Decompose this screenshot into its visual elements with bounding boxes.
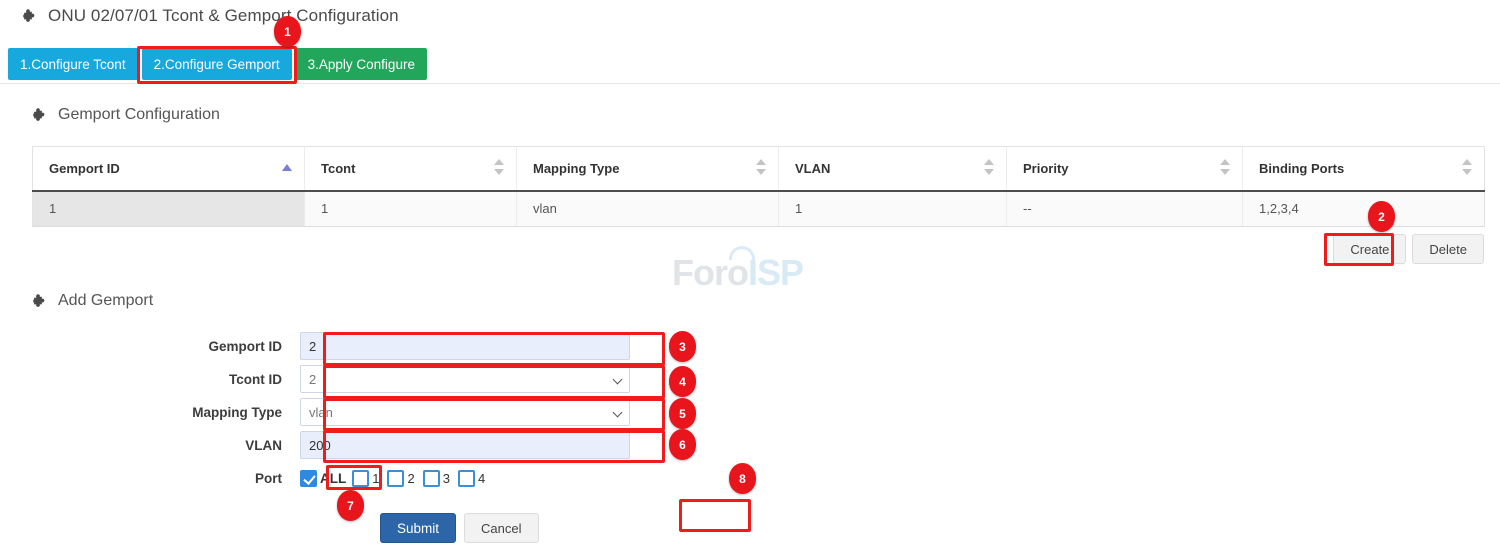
checkbox-icon[interactable]: [352, 470, 369, 487]
port-4-checkbox[interactable]: 4: [458, 470, 493, 487]
cell-gemport-id: 1: [33, 191, 305, 227]
vlan-input[interactable]: [300, 431, 630, 459]
label-port: Port: [0, 471, 300, 486]
port-1-label: 1: [372, 471, 379, 486]
column-header-gemport-id[interactable]: Gemport ID: [33, 147, 305, 191]
column-header-priority[interactable]: Priority: [1007, 147, 1243, 191]
annotation-badge-3: 3: [669, 331, 696, 362]
sort-both-icon[interactable]: [1462, 159, 1472, 177]
puzzle-icon: [32, 107, 48, 123]
watermark-part-2: ISP: [748, 252, 803, 293]
port-all-checkbox[interactable]: ALL: [300, 470, 352, 487]
port-all-label: ALL: [320, 471, 346, 486]
puzzle-icon: [32, 293, 48, 309]
add-gemport-heading: Add Gemport: [32, 292, 153, 310]
port-2-label: 2: [407, 471, 414, 486]
mapping-type-select[interactable]: vlan: [300, 398, 630, 426]
section-label: Gemport Configuration: [58, 106, 220, 124]
annotation-badge-6: 6: [669, 429, 696, 460]
gemport-table-wrapper: Gemport ID Tcont Mapping Type VLAN: [32, 146, 1484, 227]
column-header-vlan[interactable]: VLAN: [779, 147, 1007, 191]
cell-mapping-type: vlan: [517, 191, 779, 227]
sort-both-icon[interactable]: [984, 159, 994, 177]
form-action-bar: Submit Cancel: [380, 513, 1500, 543]
tab-bar: 1.Configure Tcont 2.Configure Gemport 3.…: [8, 48, 427, 80]
section-label: Add Gemport: [58, 292, 153, 310]
sort-ascending-icon[interactable]: [282, 164, 292, 171]
wifi-arc-icon: [729, 246, 755, 260]
cell-tcont: 1: [305, 191, 517, 227]
column-header-mapping-type[interactable]: Mapping Type: [517, 147, 779, 191]
port-1-checkbox[interactable]: 1: [352, 470, 387, 487]
page-title: ONU 02/07/01 Tcont & Gemport Configurati…: [22, 6, 399, 26]
port-2-checkbox[interactable]: 2: [387, 470, 422, 487]
puzzle-icon: [22, 8, 38, 24]
checkbox-icon[interactable]: [387, 470, 404, 487]
checkbox-checked-icon[interactable]: [300, 470, 317, 487]
submit-button[interactable]: Submit: [380, 513, 456, 543]
tab-divider: [0, 83, 1500, 84]
cell-priority: --: [1007, 191, 1243, 227]
port-3-label: 3: [443, 471, 450, 486]
label-mapping-type: Mapping Type: [0, 405, 300, 420]
page-title-text: ONU 02/07/01 Tcont & Gemport Configurati…: [48, 6, 399, 26]
sort-both-icon[interactable]: [494, 159, 504, 177]
annotation-badge-2: 2: [1368, 201, 1395, 232]
sort-both-icon[interactable]: [1220, 159, 1230, 177]
gemport-table: Gemport ID Tcont Mapping Type VLAN: [32, 146, 1485, 227]
table-row[interactable]: 1 1 vlan 1 -- 1,2,3,4: [33, 191, 1485, 227]
port-3-checkbox[interactable]: 3: [423, 470, 458, 487]
cell-binding-ports: 1,2,3,4: [1243, 191, 1485, 227]
table-action-bar: Create Delete: [1333, 234, 1484, 264]
checkbox-icon[interactable]: [423, 470, 440, 487]
sort-both-icon[interactable]: [756, 159, 766, 177]
gemport-configuration-heading: Gemport Configuration: [32, 106, 220, 124]
tab-configure-tcont[interactable]: 1.Configure Tcont: [8, 48, 138, 80]
label-vlan: VLAN: [0, 438, 300, 453]
page-root: ONU 02/07/01 Tcont & Gemport Configurati…: [0, 0, 1500, 549]
tcont-id-select[interactable]: 2: [300, 365, 630, 393]
delete-button[interactable]: Delete: [1412, 234, 1484, 264]
field-row-mapping-type: Mapping Type vlan: [0, 396, 1500, 428]
column-header-binding-ports[interactable]: Binding Ports: [1243, 147, 1485, 191]
annotation-badge-1: 1: [274, 16, 301, 47]
field-row-vlan: VLAN: [0, 429, 1500, 461]
field-row-tcont-id: Tcont ID 2: [0, 363, 1500, 395]
annotation-badge-4: 4: [669, 366, 696, 397]
tab-apply-configure[interactable]: 3.Apply Configure: [296, 48, 427, 80]
label-tcont-id: Tcont ID: [0, 372, 300, 387]
annotation-badge-5: 5: [669, 398, 696, 429]
cell-vlan: 1: [779, 191, 1007, 227]
port-4-label: 4: [478, 471, 485, 486]
watermark: ForoISP: [672, 252, 832, 302]
annotation-badge-7: 7: [337, 490, 364, 521]
add-gemport-form: Gemport ID Tcont ID 2 Mapping Type vlan: [0, 330, 1500, 543]
create-button[interactable]: Create: [1333, 234, 1406, 264]
tab-configure-gemport[interactable]: 2.Configure Gemport: [142, 48, 292, 80]
cancel-button[interactable]: Cancel: [464, 513, 538, 543]
checkbox-icon[interactable]: [458, 470, 475, 487]
gemport-id-input[interactable]: [300, 332, 630, 360]
column-header-tcont[interactable]: Tcont: [305, 147, 517, 191]
port-checkbox-group: ALL 1 2 3 4: [300, 466, 630, 490]
table-header-row: Gemport ID Tcont Mapping Type VLAN: [33, 147, 1485, 191]
field-row-gemport-id: Gemport ID: [0, 330, 1500, 362]
label-gemport-id: Gemport ID: [0, 339, 300, 354]
annotation-badge-8: 8: [729, 463, 756, 494]
